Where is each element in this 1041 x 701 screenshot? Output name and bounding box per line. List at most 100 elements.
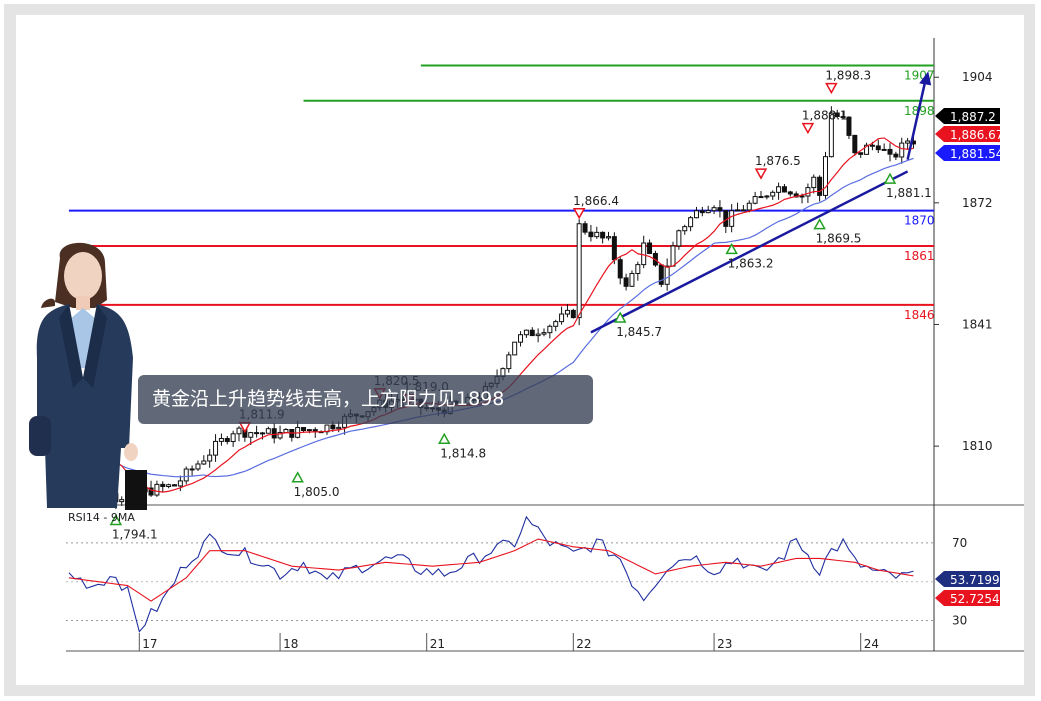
pivot-high-label: 1,866.4 [573,194,619,208]
rsi-panel-layer: RSI14 - 9MA 70 30 53.7199 52.7254 [66,511,1000,633]
time-tick-label: 24 [864,637,879,651]
candle-body [301,427,307,432]
trendline-layer [590,71,932,334]
candle-body [717,207,723,212]
candle-body [664,265,670,285]
presenter-photo [25,238,147,510]
candle-body [600,231,606,239]
candle-body [711,207,717,212]
candle-body [564,309,570,315]
pivot-low-marker [813,218,826,230]
candle-body [535,333,541,337]
price-tick-label: 1872 [962,196,993,210]
candle-body [617,259,623,279]
candle-body [588,231,594,238]
levels-layer: 19071898187018611846 [68,64,935,322]
candle-body [529,329,535,337]
candle-body [869,144,875,147]
candle-body [764,195,770,198]
rsi-tick-label: 30 [952,613,967,627]
price-tick-label: 1810 [962,439,993,453]
candle-body [183,468,189,482]
candle-body [688,217,694,228]
candle-body [787,191,793,195]
candle-body [259,432,265,435]
candle-body [265,428,271,434]
candle-body [606,236,611,239]
candle-body [699,210,705,214]
pivot-high-label: 1,888.1 [802,109,848,123]
candle-body [611,236,617,261]
price-value-label: 1,881.54 [950,147,1003,161]
candle-body [547,325,553,334]
pivot-low-label: 1,845.7 [616,325,662,339]
time-tick-label: 18 [283,637,298,651]
candle-body [781,186,787,193]
pivot-high-label: 1,898.3 [825,69,871,83]
candle-body [770,191,776,197]
price-value-label: 1,887.2 [950,110,996,124]
candle-body [213,440,219,456]
candle-body [512,341,518,356]
rsi-ma-value-box-label: 52.7254 [950,592,1000,606]
level-label: 1870 [904,214,935,228]
pivot-high-marker [825,82,838,95]
candle-body [518,334,524,343]
price-tick-label: 1904 [962,70,993,84]
trendline [590,170,909,334]
pivot-low-label: 1,863.2 [728,256,774,270]
rsi-tick-label: 70 [952,536,967,550]
candle-body [670,245,676,267]
candle-body [218,438,224,442]
candle-body [893,153,899,158]
grid-layer: 17 18 21 22 23 24 [66,38,1024,652]
candle-body [629,272,635,287]
candle-body [506,354,512,370]
time-tick-label: 17 [142,637,157,651]
candle-body [195,463,201,470]
candle-body [248,432,254,438]
candle-body [799,195,805,198]
rsi-line [68,515,914,633]
candle-body [899,142,905,158]
candle-body [875,145,881,151]
candle-body [758,196,764,199]
candle-body [172,484,177,487]
candle-body [623,277,629,287]
forecast-arrow-shaft [906,81,927,160]
pivot-high-marker [754,168,768,180]
candle-body [705,210,711,214]
pivot-high-marker [801,122,815,135]
candle-body [154,483,160,496]
candle-body [582,223,588,233]
rsi-value-box-label: 53.7199 [950,573,1000,587]
pivot-low-label: 1,805.0 [294,485,340,499]
candle-body [207,454,213,462]
gold-chart: 171821222324 19071898187018611846 1,794.… [66,38,1024,652]
candle-body [271,428,277,439]
candle-body [905,140,911,144]
candle-body [254,432,260,435]
pivot-low-label: 1,794.1 [112,528,158,542]
candle-body [746,202,752,211]
pivot-low-label: 1,814.8 [440,446,486,460]
pivot-low-marker [291,471,304,483]
candle-body [729,210,735,227]
pivot-high-label: 1,876.5 [755,154,801,168]
level-label: 1861 [904,249,935,263]
candle-body [541,332,547,335]
candle-body [817,176,823,196]
candle-body [682,226,688,232]
candle-body [283,428,289,433]
price-value-label: 1,886.67 [950,128,1003,142]
candle-body [523,329,529,336]
candle-body [306,429,312,432]
time-tick-label: 23 [717,637,732,651]
candle-body [594,231,600,238]
candle-body [887,148,893,155]
candle-body [805,187,811,197]
pivot-low-label: 1,881.1 [886,186,932,200]
candle-body [647,242,653,254]
pivot-high-marker [572,208,586,220]
candle-body [224,438,230,443]
